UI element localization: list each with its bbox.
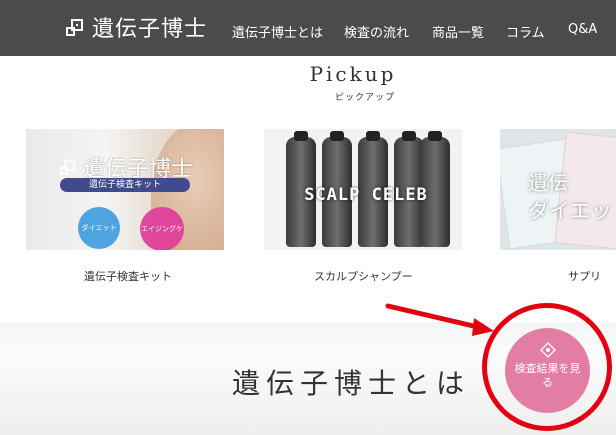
card-label-scalp-shampoo[interactable]: スカルプシャンプー bbox=[314, 268, 413, 284]
nav-qa[interactable]: Q&A bbox=[568, 22, 608, 41]
nav-about[interactable]: 遺伝子博士とは bbox=[232, 22, 344, 41]
nav-products[interactable]: 商品一覧 bbox=[432, 22, 506, 41]
card-label-supplement[interactable]: サプリ bbox=[568, 268, 601, 284]
logo-text: 遺伝子博士 bbox=[92, 17, 208, 42]
pickup-card-gene-kit[interactable]: 遺伝子博士 遺伝子検査キット ダイエット エイジングケア bbox=[26, 129, 224, 250]
site-header: 遺伝子博士 遺伝子博士とは 検査の流れ 商品一覧 コラム Q&A bbox=[0, 0, 616, 56]
card-overlay-text: ダイエッ bbox=[528, 199, 612, 223]
main-nav: 遺伝子博士とは 検査の流れ 商品一覧 コラム Q&A bbox=[232, 22, 608, 41]
pickup-title: Pickup bbox=[309, 62, 397, 86]
card-overlay-text: 遺伝 bbox=[528, 171, 568, 195]
card-band: 遺伝子検査キット bbox=[60, 178, 190, 192]
about-title: 遺伝子博士とは bbox=[232, 367, 471, 400]
badge-aging: エイジングケア bbox=[140, 207, 184, 250]
site-logo[interactable]: 遺伝子博士 bbox=[64, 10, 207, 44]
scalp-celeb-logo: SCALP CELEB bbox=[304, 185, 428, 205]
logo-icon bbox=[59, 159, 76, 176]
pickup-subtitle: ピックアップ bbox=[334, 93, 395, 103]
pickup-card-supplement[interactable]: 遺伝 ダイエッ bbox=[500, 129, 616, 250]
annotation-arrow-icon bbox=[385, 303, 494, 336]
badge-diet: ダイエット bbox=[78, 207, 120, 249]
nav-flow[interactable]: 検査の流れ bbox=[344, 22, 432, 41]
nav-column[interactable]: コラム bbox=[506, 22, 568, 41]
annotation-highlight-circle bbox=[482, 303, 612, 431]
logo-icon bbox=[66, 19, 83, 36]
pickup-card-scalp-shampoo[interactable]: SCALP CELEB bbox=[264, 129, 462, 250]
card-label-gene-kit[interactable]: 遺伝子検査キット bbox=[84, 268, 172, 284]
